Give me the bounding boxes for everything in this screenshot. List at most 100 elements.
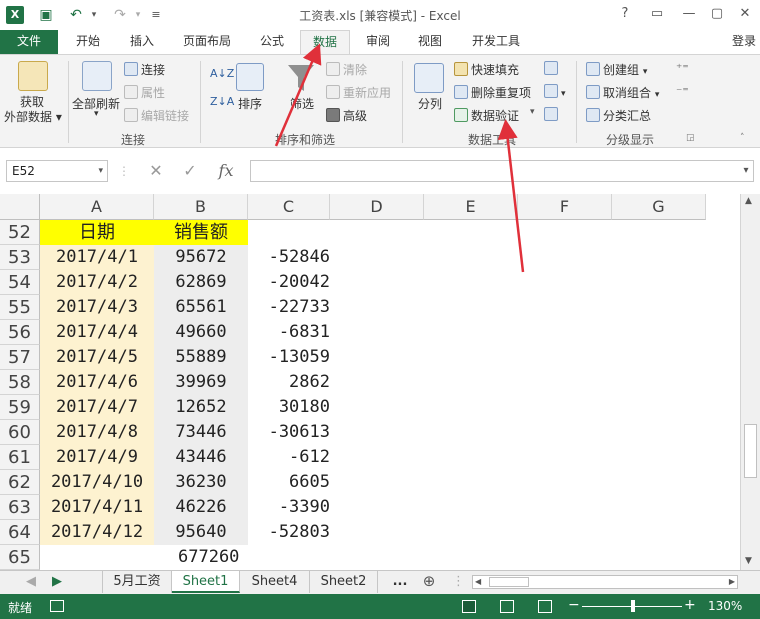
- maximize-button[interactable]: ▢: [704, 4, 730, 24]
- column-header[interactable]: C: [248, 194, 330, 220]
- row-header[interactable]: 57: [0, 345, 40, 370]
- data-validation-dropdown-icon[interactable]: ▾: [530, 107, 535, 117]
- sales-cell[interactable]: 95672: [154, 245, 248, 270]
- column-header[interactable]: D: [330, 194, 424, 220]
- new-sheet-button[interactable]: ⊕: [416, 571, 442, 593]
- sheet-scroll-left-icon[interactable]: ◀: [20, 571, 42, 593]
- row-header[interactable]: 58: [0, 370, 40, 395]
- properties-button[interactable]: 属性: [124, 84, 165, 101]
- diff-cell[interactable]: -52803: [248, 520, 330, 545]
- reapply-button[interactable]: 重新应用: [326, 84, 391, 101]
- tab-formulas[interactable]: 公式: [246, 30, 298, 54]
- diff-cell[interactable]: [248, 220, 330, 245]
- horizontal-scrollbar[interactable]: ◀ ▶: [472, 575, 738, 589]
- vertical-scrollbar[interactable]: ▲ ▼: [740, 194, 760, 570]
- date-cell[interactable]: 2017/4/4: [40, 320, 154, 345]
- sales-cell[interactable]: 46226: [154, 495, 248, 520]
- date-cell[interactable]: 2017/4/12: [40, 520, 154, 545]
- zoom-out-icon[interactable]: −: [568, 597, 580, 613]
- page-layout-view-icon[interactable]: [500, 600, 514, 613]
- tab-page-layout[interactable]: 页面布局: [172, 30, 242, 54]
- sales-cell[interactable]: 65561: [154, 295, 248, 320]
- ungroup-button[interactable]: 取消组合 ▾: [586, 84, 659, 101]
- row-header[interactable]: 60: [0, 420, 40, 445]
- enter-icon[interactable]: ✓: [176, 160, 204, 182]
- more-sheets-button[interactable]: ...: [386, 571, 414, 593]
- name-box-dropdown-icon[interactable]: ▾: [98, 161, 103, 181]
- sort-ascending-button[interactable]: A↓Z: [210, 67, 234, 80]
- hscroll-left-icon[interactable]: ◀: [475, 576, 481, 588]
- column-header[interactable]: B: [154, 194, 248, 220]
- date-cell[interactable]: 2017/4/2: [40, 270, 154, 295]
- date-cell[interactable]: 2017/4/10: [40, 470, 154, 495]
- row-header[interactable]: 55: [0, 295, 40, 320]
- date-cell[interactable]: 2017/4/8: [40, 420, 154, 445]
- zoom-in-icon[interactable]: +: [684, 597, 696, 613]
- date-cell[interactable]: 2017/4/7: [40, 395, 154, 420]
- edit-links-button[interactable]: 编辑链接: [124, 107, 189, 124]
- diff-cell[interactable]: -6831: [248, 320, 330, 345]
- vertical-scroll-thumb[interactable]: [744, 424, 757, 478]
- connections-button[interactable]: 连接: [124, 61, 165, 78]
- zoom-slider-thumb[interactable]: [631, 600, 635, 612]
- date-cell[interactable]: 2017/4/5: [40, 345, 154, 370]
- diff-cell[interactable]: [248, 545, 330, 570]
- tab-developer[interactable]: 开发工具: [460, 30, 532, 54]
- row-header[interactable]: 54: [0, 270, 40, 295]
- diff-cell[interactable]: -3390: [248, 495, 330, 520]
- consolidate-icon[interactable]: [544, 61, 561, 76]
- select-all-corner[interactable]: [0, 194, 40, 220]
- sales-cell[interactable]: 39969: [154, 370, 248, 395]
- ribbon-display-button[interactable]: ▭: [644, 4, 670, 24]
- column-header[interactable]: F: [518, 194, 612, 220]
- column-header[interactable]: G: [612, 194, 706, 220]
- sign-in-link[interactable]: 登录: [728, 30, 760, 54]
- tab-insert[interactable]: 插入: [116, 30, 168, 54]
- sales-cell[interactable]: 62869: [154, 270, 248, 295]
- row-header[interactable]: 61: [0, 445, 40, 470]
- scroll-up-icon[interactable]: ▲: [745, 196, 752, 206]
- diff-cell[interactable]: -22733: [248, 295, 330, 320]
- sales-cell[interactable]: 55889: [154, 345, 248, 370]
- normal-view-icon[interactable]: [462, 600, 476, 613]
- get-external-data-label-2[interactable]: 外部数据 ▾: [4, 108, 62, 125]
- filter-button[interactable]: 筛选: [290, 95, 314, 112]
- diff-cell[interactable]: -30613: [248, 420, 330, 445]
- scroll-down-icon[interactable]: ▼: [745, 556, 752, 566]
- date-cell[interactable]: 2017/4/1: [40, 245, 154, 270]
- date-cell[interactable]: 2017/4/9: [40, 445, 154, 470]
- sales-cell[interactable]: 95640: [154, 520, 248, 545]
- zoom-level[interactable]: 130%: [708, 599, 742, 613]
- column-header[interactable]: E: [424, 194, 518, 220]
- sales-cell[interactable]: 73446: [154, 420, 248, 445]
- diff-cell[interactable]: -20042: [248, 270, 330, 295]
- sheet-tab-sheet4[interactable]: Sheet4: [240, 571, 310, 593]
- row-header[interactable]: 56: [0, 320, 40, 345]
- tab-file[interactable]: 文件: [0, 30, 58, 54]
- horizontal-scroll-thumb[interactable]: [489, 577, 529, 587]
- data-validation-button[interactable]: 数据验证: [454, 107, 519, 124]
- column-header[interactable]: A: [40, 194, 154, 220]
- row-header[interactable]: 64: [0, 520, 40, 545]
- expand-formula-bar-icon[interactable]: ▾: [736, 160, 756, 182]
- remove-duplicates-button[interactable]: 删除重复项: [454, 84, 531, 101]
- diff-cell[interactable]: -52846: [248, 245, 330, 270]
- sales-cell[interactable]: 12652: [154, 395, 248, 420]
- sheet-tab-sheet1[interactable]: Sheet1: [172, 571, 240, 593]
- flash-fill-button[interactable]: 快速填充: [454, 61, 519, 78]
- refresh-all-dropdown-icon[interactable]: ▾: [94, 109, 99, 119]
- sales-cell[interactable]: 49660: [154, 320, 248, 345]
- hscroll-right-icon[interactable]: ▶: [729, 576, 735, 588]
- diff-cell[interactable]: -612: [248, 445, 330, 470]
- worksheet-grid[interactable]: ABCDEFG 52 日期 销售额 53 2017/4/1 95672 -52846 54 20…: [0, 194, 740, 570]
- date-cell[interactable]: 2017/4/3: [40, 295, 154, 320]
- diff-cell[interactable]: -13059: [248, 345, 330, 370]
- tab-home[interactable]: 开始: [62, 30, 114, 54]
- header-cell-date[interactable]: 日期: [40, 220, 154, 245]
- tab-view[interactable]: 视图: [406, 30, 454, 54]
- sort-button[interactable]: 排序: [238, 95, 262, 112]
- tab-review[interactable]: 审阅: [354, 30, 402, 54]
- help-button[interactable]: ?: [612, 4, 638, 24]
- row-header[interactable]: 63: [0, 495, 40, 520]
- close-button[interactable]: ✕: [732, 4, 758, 24]
